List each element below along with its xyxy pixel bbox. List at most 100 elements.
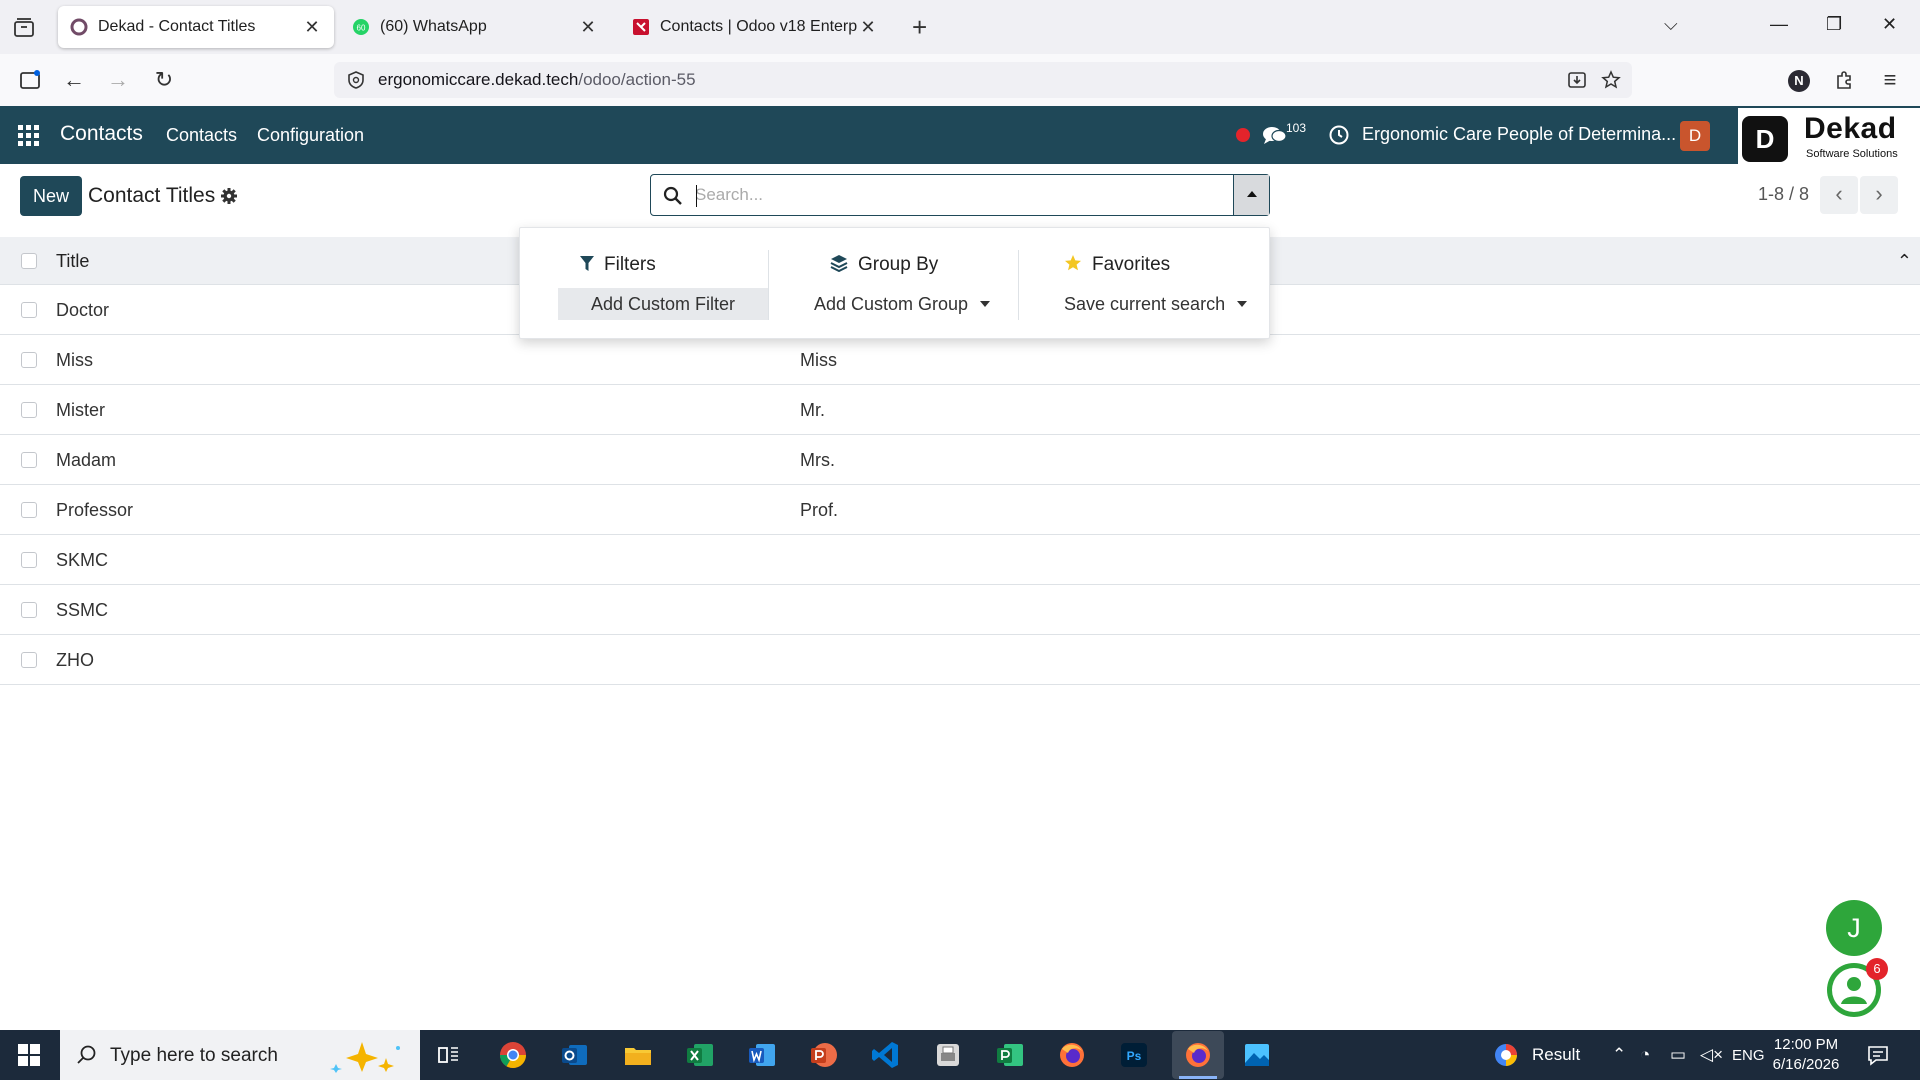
new-button[interactable]: New bbox=[20, 176, 82, 216]
browser-tab-odoo-contacts[interactable]: Contacts | Odoo v18 Enterprise ✕ bbox=[620, 6, 890, 48]
weather-label[interactable]: Result bbox=[1532, 1045, 1580, 1065]
caret-down-icon bbox=[1237, 301, 1248, 307]
chrome-icon[interactable] bbox=[497, 1039, 529, 1071]
app-name[interactable]: Contacts bbox=[60, 122, 143, 146]
pager-value[interactable]: 1-8 / 8 bbox=[1758, 184, 1809, 205]
user-chat-bubble[interactable]: J bbox=[1826, 900, 1882, 956]
tab-list-icon[interactable] bbox=[12, 16, 36, 40]
company-switcher[interactable]: Ergonomic Care People of Determina... bbox=[1362, 124, 1676, 145]
chevron-up-icon[interactable]: ⌃ bbox=[1897, 251, 1912, 272]
download-page-icon[interactable] bbox=[1566, 69, 1588, 91]
row-checkbox[interactable] bbox=[21, 602, 37, 618]
group-chat-badge: 6 bbox=[1866, 958, 1888, 980]
cell-abbreviation: Miss bbox=[800, 350, 837, 370]
table-row[interactable]: Miss Miss bbox=[0, 335, 1920, 385]
reload-icon[interactable]: ↻ bbox=[152, 68, 176, 92]
close-tab-icon[interactable]: ✕ bbox=[578, 17, 598, 37]
table-row[interactable]: Mister Mr. bbox=[0, 385, 1920, 435]
weather-icon[interactable] bbox=[1490, 1039, 1522, 1071]
firefox-icon bbox=[1186, 1043, 1210, 1067]
word-icon[interactable] bbox=[746, 1039, 778, 1071]
recording-indicator-icon[interactable] bbox=[1236, 128, 1250, 142]
bookmark-star-icon[interactable] bbox=[1600, 69, 1622, 91]
chat-bubbles-icon[interactable] bbox=[1262, 124, 1288, 146]
windows-taskbar: Type here to search Ps Result ⌃ ◔ ▭ ◁× E… bbox=[0, 1030, 1920, 1080]
chevron-up-icon[interactable]: ⌃ bbox=[1612, 1045, 1626, 1065]
pager-previous-button[interactable]: ‹ bbox=[1820, 176, 1858, 214]
address-bar[interactable]: ergonomiccare.dekad.tech/odoo/action-55 bbox=[334, 62, 1632, 98]
powerpoint-icon[interactable] bbox=[808, 1039, 840, 1071]
volume-muted-icon[interactable]: ◁× bbox=[1700, 1045, 1723, 1065]
vscode-icon[interactable] bbox=[870, 1039, 902, 1071]
browser-tab-dekad[interactable]: Dekad - Contact Titles ✕ bbox=[58, 6, 334, 48]
row-checkbox[interactable] bbox=[21, 352, 37, 368]
firefox-active-slot[interactable] bbox=[1172, 1031, 1224, 1079]
project-icon[interactable] bbox=[994, 1039, 1026, 1071]
add-custom-group-select[interactable]: Add Custom Group bbox=[814, 288, 991, 320]
pager-next-button[interactable]: › bbox=[1860, 176, 1898, 214]
app-menu-icon[interactable]: ≡ bbox=[1878, 68, 1902, 92]
browser-nav-bar: ← → ↻ ergonomiccare.dekad.tech/odoo/acti… bbox=[0, 54, 1920, 106]
save-current-search-toggle[interactable]: Save current search bbox=[1064, 288, 1248, 320]
add-custom-filter-button[interactable]: Add Custom Filter bbox=[558, 288, 768, 320]
whatsapp-icon: 60 bbox=[353, 19, 369, 35]
minimize-icon[interactable]: — bbox=[1770, 14, 1788, 35]
taskbar-search-text: Type here to search bbox=[110, 1045, 278, 1066]
search-input[interactable] bbox=[695, 181, 1195, 209]
outlook-icon[interactable] bbox=[559, 1039, 591, 1071]
row-checkbox[interactable] bbox=[21, 302, 37, 318]
taskbar-search-box[interactable]: Type here to search bbox=[60, 1030, 420, 1080]
select-all-checkbox[interactable] bbox=[21, 253, 37, 269]
browser-tab-whatsapp[interactable]: 60 (60) WhatsApp ✕ bbox=[340, 6, 610, 48]
favorites-label: Favorites bbox=[1092, 254, 1171, 275]
table-row[interactable]: Madam Mrs. bbox=[0, 435, 1920, 485]
user-avatar[interactable]: D bbox=[1680, 121, 1710, 151]
task-view-icon[interactable] bbox=[432, 1039, 464, 1071]
restore-icon[interactable]: ❐ bbox=[1826, 14, 1842, 35]
back-icon[interactable]: ← bbox=[62, 68, 86, 92]
cell-title: Miss bbox=[56, 350, 93, 370]
search-options-toggle[interactable] bbox=[1233, 175, 1269, 215]
photoshop-icon[interactable]: Ps bbox=[1118, 1039, 1150, 1071]
menu-contacts[interactable]: Contacts bbox=[166, 125, 237, 146]
cell-title: SKMC bbox=[56, 550, 109, 570]
excel-icon[interactable] bbox=[684, 1039, 716, 1071]
row-checkbox[interactable] bbox=[21, 452, 37, 468]
extensions-icon[interactable] bbox=[1832, 68, 1856, 92]
row-checkbox[interactable] bbox=[21, 552, 37, 568]
windows-start-icon[interactable] bbox=[18, 1044, 40, 1066]
table-row[interactable]: ZHO bbox=[0, 635, 1920, 685]
notifications-icon[interactable] bbox=[1862, 1039, 1894, 1071]
close-tab-icon[interactable]: ✕ bbox=[302, 17, 322, 37]
sidebar-toggle-icon[interactable] bbox=[18, 68, 42, 92]
gear-icon[interactable] bbox=[220, 187, 238, 205]
photos-icon[interactable] bbox=[1241, 1039, 1273, 1071]
table-row[interactable]: Professor Prof. bbox=[0, 485, 1920, 535]
close-tab-icon[interactable]: ✕ bbox=[858, 17, 878, 37]
row-checkbox[interactable] bbox=[21, 652, 37, 668]
url-path: /odoo/action-55 bbox=[578, 70, 696, 89]
column-header-title[interactable]: Title bbox=[56, 251, 89, 272]
dekad-logo-subtitle: Software Solutions bbox=[1806, 148, 1898, 160]
taskbar-clock[interactable]: 12:00 PM 6/16/2026 bbox=[1760, 1035, 1852, 1075]
battery-icon[interactable]: ▭ bbox=[1670, 1045, 1686, 1065]
account-avatar[interactable]: N bbox=[1788, 70, 1810, 92]
close-window-icon[interactable]: ✕ bbox=[1882, 14, 1897, 35]
row-checkbox[interactable] bbox=[21, 402, 37, 418]
activity-clock-icon[interactable] bbox=[1328, 124, 1350, 146]
firefox-icon[interactable] bbox=[1056, 1039, 1088, 1071]
printer-app-icon[interactable] bbox=[932, 1039, 964, 1071]
network-icon[interactable]: ◔ bbox=[1640, 1045, 1650, 1065]
forward-icon[interactable]: → bbox=[106, 68, 130, 92]
app-grid-icon[interactable] bbox=[18, 125, 40, 147]
filters-header: Filters bbox=[580, 254, 656, 276]
file-explorer-icon[interactable] bbox=[622, 1039, 654, 1071]
tab-overflow-icon[interactable]: ⌵ bbox=[1664, 14, 1678, 35]
menu-configuration[interactable]: Configuration bbox=[257, 125, 364, 146]
table-row[interactable]: SSMC bbox=[0, 585, 1920, 635]
cell-title: SSMC bbox=[56, 600, 109, 620]
table-row[interactable]: SKMC bbox=[0, 535, 1920, 585]
row-checkbox[interactable] bbox=[21, 502, 37, 518]
new-tab-icon[interactable]: + bbox=[912, 14, 927, 40]
filters-section: Filters Add Custom Filter bbox=[540, 228, 768, 340]
